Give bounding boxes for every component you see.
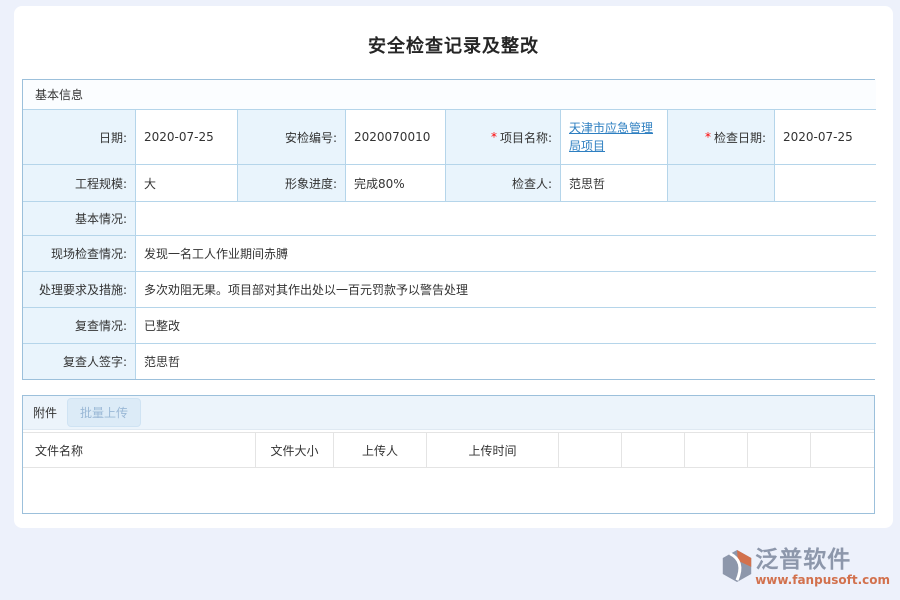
- column-empty: [811, 433, 874, 468]
- date-value: 2020-07-25: [136, 110, 238, 165]
- inspector-label: 检查人:: [446, 165, 561, 202]
- batch-upload-button[interactable]: 批量上传: [67, 398, 141, 427]
- column-empty: [685, 433, 748, 468]
- column-empty: [748, 433, 811, 468]
- project-link[interactable]: 天津市应急管理局项目: [569, 119, 663, 155]
- empty-label-cell: [668, 165, 775, 202]
- vendor-watermark: 泛普软件 www.fanpusoft.com: [721, 548, 890, 588]
- check-date-label-text: 检查日期:: [714, 129, 766, 146]
- visual-progress-value: 完成80%: [346, 165, 446, 202]
- review-status-label: 复查情况:: [23, 308, 136, 344]
- vendor-text: 泛普软件 www.fanpusoft.com: [755, 548, 890, 587]
- inspection-no-value: 2020070010: [346, 110, 446, 165]
- attachments-title: 附件: [33, 404, 57, 421]
- site-findings-label: 现场检查情况:: [23, 236, 136, 272]
- basic-situation-label: 基本情况:: [23, 202, 136, 236]
- column-empty: [622, 433, 685, 468]
- column-upload-time: 上传时间: [427, 433, 559, 468]
- project-name-cell: 天津市应急管理局项目: [561, 110, 668, 165]
- check-date-label: * 检查日期:: [668, 110, 775, 165]
- main-panel: 安全检查记录及整改 基本信息 日期: 2020-07-25 安检编号: 2020…: [14, 6, 893, 528]
- vendor-website: www.fanpusoft.com: [755, 573, 890, 587]
- fanpu-logo-icon: [721, 548, 753, 588]
- page-title: 安全检查记录及整改: [14, 6, 893, 58]
- column-file-size: 文件大小: [256, 433, 334, 468]
- measures-label: 处理要求及措施:: [23, 272, 136, 308]
- basic-info-table: 基本信息 日期: 2020-07-25 安检编号: 2020070010 * 项…: [22, 79, 875, 380]
- required-asterisk: *: [705, 130, 711, 144]
- check-date-value: 2020-07-25: [775, 110, 876, 165]
- inspector-value: 范思哲: [561, 165, 668, 202]
- attachments-section: 附件 批量上传 文件名称 文件大小 上传人 上传时间: [22, 395, 875, 514]
- project-scale-label: 工程规模:: [23, 165, 136, 202]
- column-file-name: 文件名称: [23, 433, 256, 468]
- review-status-value: 已整改: [136, 308, 876, 344]
- vendor-brand-name: 泛普软件: [755, 548, 890, 573]
- project-scale-value: 大: [136, 165, 238, 202]
- required-asterisk: *: [491, 130, 497, 144]
- empty-value-cell: [775, 165, 876, 202]
- date-label: 日期:: [23, 110, 136, 165]
- review-signer-value: 范思哲: [136, 344, 876, 379]
- attachments-empty-body: [23, 468, 874, 514]
- project-name-label: * 项目名称:: [446, 110, 561, 165]
- column-uploader: 上传人: [334, 433, 427, 468]
- project-name-label-text: 项目名称:: [500, 129, 552, 146]
- basic-info-section-header: 基本信息: [23, 80, 876, 110]
- review-signer-label: 复查人签字:: [23, 344, 136, 379]
- visual-progress-label: 形象进度:: [238, 165, 346, 202]
- site-findings-value: 发现一名工人作业期间赤膊: [136, 236, 876, 272]
- basic-situation-value: [136, 202, 876, 236]
- attachments-header-bar: 附件 批量上传: [23, 396, 874, 430]
- inspection-no-label: 安检编号:: [238, 110, 346, 165]
- measures-value: 多次劝阻无果。项目部对其作出处以一百元罚款予以警告处理: [136, 272, 876, 308]
- column-empty: [559, 433, 622, 468]
- attachments-table-header: 文件名称 文件大小 上传人 上传时间: [23, 432, 874, 468]
